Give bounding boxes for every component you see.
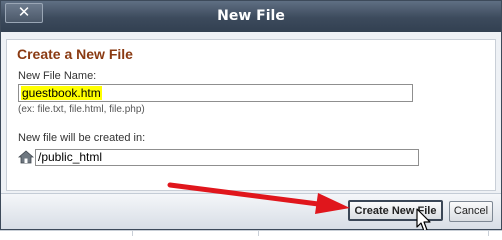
cancel-button[interactable]: Cancel bbox=[449, 201, 493, 222]
page-below-dialog bbox=[0, 230, 502, 236]
red-arrow-annotation bbox=[167, 182, 350, 214]
file-name-label: New File Name: bbox=[18, 70, 97, 82]
file-name-hint: (ex: file.txt, file.html, file.php) bbox=[18, 104, 145, 115]
file-name-value: guestbook.htm bbox=[21, 86, 102, 100]
close-button[interactable]: ✕ bbox=[5, 3, 43, 23]
dialog-title: New File bbox=[217, 8, 285, 24]
dialog-body: Create a New File New File Name: guestbo… bbox=[6, 39, 496, 191]
location-label: New file will be created in: bbox=[18, 132, 146, 144]
location-input[interactable]: /public_html bbox=[35, 149, 419, 166]
divider bbox=[488, 231, 489, 236]
dialog-heading: Create a New File bbox=[17, 46, 133, 62]
home-icon[interactable] bbox=[18, 150, 34, 164]
location-value: /public_html bbox=[38, 150, 103, 164]
dialog-titlebar: New File ✕ bbox=[1, 1, 501, 32]
divider bbox=[258, 231, 259, 236]
file-name-input[interactable]: guestbook.htm bbox=[18, 84, 413, 102]
divider bbox=[132, 231, 133, 236]
close-icon: ✕ bbox=[17, 3, 31, 21]
